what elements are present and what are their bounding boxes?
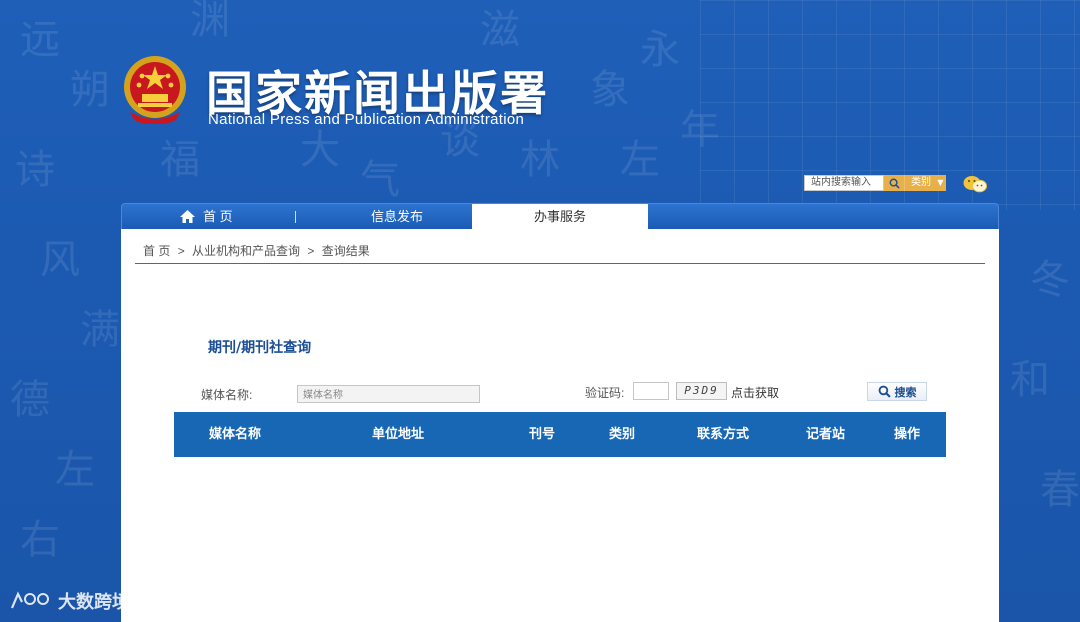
column-media-name: 媒体名称 xyxy=(209,427,262,442)
nav-item-services[interactable]: 办事服务 xyxy=(472,204,648,230)
site-search-category-select[interactable]: 类别 ▼ xyxy=(904,175,946,191)
column-address: 单位地址 xyxy=(372,427,425,442)
search-button[interactable]: 搜索 xyxy=(867,382,927,401)
breadcrumb-home[interactable]: 首 页 xyxy=(143,244,170,258)
brand-logo-icon xyxy=(10,591,49,609)
chevron-down-icon: ▼ xyxy=(937,178,944,187)
breadcrumb-divider xyxy=(135,263,985,264)
nav-divider xyxy=(295,211,296,223)
media-name-input[interactable]: 媒体名称 xyxy=(297,385,480,403)
national-emblem-icon xyxy=(124,56,186,124)
search-icon xyxy=(889,178,900,189)
site-search-button[interactable] xyxy=(884,175,904,191)
search-button-label: 搜索 xyxy=(894,386,917,399)
breadcrumb: 首 页 > 从业机构和产品查询 > 查询结果 xyxy=(143,242,370,259)
column-actions: 操作 xyxy=(894,427,921,442)
captcha-image[interactable]: P3D9 xyxy=(676,382,727,400)
column-contact: 联系方式 xyxy=(697,427,750,442)
home-icon xyxy=(180,210,195,223)
media-name-label: 媒体名称: xyxy=(201,388,253,402)
nav-item-home[interactable]: 首 页 xyxy=(180,204,300,230)
captcha-input[interactable] xyxy=(633,382,669,400)
breadcrumb-separator: > xyxy=(177,244,185,258)
results-table-header: 媒体名称 单位地址 刊号 类别 联系方式 记者站 操作 xyxy=(174,412,946,457)
main-nav: 首 页 信息发布 办事服务 xyxy=(121,203,999,230)
column-category: 类别 xyxy=(609,427,636,442)
watermark: 大数跨境 xyxy=(10,588,130,614)
content-panel: 首 页 > 从业机构和产品查询 > 查询结果 期刊/期刊社查询 媒体名称: 媒体… xyxy=(121,229,999,622)
captcha-label: 验证码: xyxy=(585,386,625,400)
watermark-text: 大数跨境 xyxy=(58,592,130,613)
page-title: 期刊/期刊社查询 xyxy=(208,340,312,356)
nav-item-info-release[interactable]: 信息发布 xyxy=(332,204,462,230)
wechat-icon[interactable] xyxy=(962,174,988,194)
column-reporter-station: 记者站 xyxy=(806,427,846,442)
column-issue-number: 刊号 xyxy=(529,427,556,442)
site-subtitle: National Press and Publication Administr… xyxy=(208,111,525,128)
site-search: 站内搜索输入 类别 ▼ xyxy=(804,175,946,191)
nav-label-home: 首 页 xyxy=(203,209,233,224)
captcha-refresh-link[interactable]: 点击获取 xyxy=(731,384,779,401)
site-search-input[interactable]: 站内搜索输入 xyxy=(804,175,884,191)
category-label: 类别 xyxy=(911,177,931,188)
breadcrumb-current: 查询结果 xyxy=(321,244,370,258)
search-icon xyxy=(878,385,891,398)
breadcrumb-separator: > xyxy=(307,244,315,258)
breadcrumb-institution-query[interactable]: 从业机构和产品查询 xyxy=(192,244,300,258)
